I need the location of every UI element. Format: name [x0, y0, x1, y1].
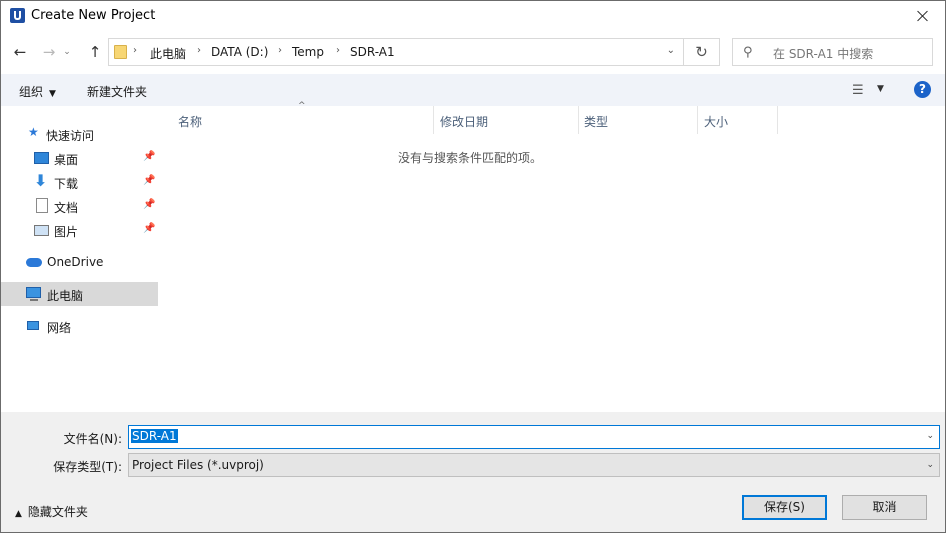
hide-folders-label: 隐藏文件夹	[27, 505, 88, 519]
filetype-label: 保存类型(T):	[53, 460, 122, 474]
column-header-size[interactable]: 大小	[704, 113, 728, 139]
nav-item-onedrive[interactable]: OneDrive	[1, 250, 158, 274]
search-input[interactable]: ⚲ 在 SDR-A1 中搜索	[732, 38, 933, 66]
breadcrumb-sdr-a1[interactable]: SDR-A1	[350, 45, 395, 59]
help-icon[interactable]: ?	[914, 81, 931, 98]
chevron-down-icon[interactable]: ⌄	[926, 431, 934, 441]
app-icon	[10, 8, 25, 23]
nav-label: 快速访问	[46, 129, 95, 143]
empty-folder-message: 没有与搜索条件匹配的项。	[397, 151, 542, 165]
new-folder-button[interactable]: 新建文件夹	[87, 83, 147, 100]
nav-label: OneDrive	[47, 255, 104, 269]
column-divider[interactable]	[578, 106, 579, 134]
nav-item-pictures[interactable]: 图片 📌	[1, 218, 158, 242]
pin-icon: 📌	[143, 151, 156, 162]
cloud-icon	[26, 258, 42, 267]
pin-icon: 📌	[143, 199, 156, 210]
nav-item-this-pc[interactable]: 此电脑	[1, 282, 158, 306]
breadcrumb-separator: ›	[133, 45, 137, 56]
sort-ascending-icon: ^	[298, 101, 306, 111]
nav-label: 图片	[54, 225, 79, 239]
hide-folders-toggle[interactable]: ▲ 隐藏文件夹	[15, 503, 88, 520]
organize-button[interactable]: 组织 ▼	[19, 83, 56, 100]
filename-label: 文件名(N):	[63, 432, 122, 446]
breadcrumb-separator: ›	[278, 45, 282, 56]
save-button[interactable]: 保存(S)	[742, 495, 827, 520]
forward-arrow-icon[interactable]: →	[37, 39, 61, 65]
chevron-down-icon: ▼	[49, 89, 56, 99]
column-divider[interactable]	[697, 106, 698, 134]
folder-icon	[114, 45, 127, 59]
close-icon[interactable]	[901, 1, 945, 31]
nav-item-downloads[interactable]: ⬇ 下载 📌	[1, 170, 158, 194]
navigation-pane: ★ 快速访问 桌面 📌 ⬇ 下载 📌 文档 📌 图片 📌 OneDrive 此电…	[1, 106, 161, 412]
view-options-icon[interactable]: ☰	[852, 83, 864, 98]
nav-label: 文档	[54, 201, 79, 215]
save-dialog: Create New Project ← → ⌄ ↑ › 此电脑 › DATA …	[0, 0, 946, 533]
computer-icon	[26, 287, 41, 301]
column-header-type[interactable]: 类型	[584, 113, 608, 139]
refresh-icon[interactable]: ↻	[684, 38, 720, 66]
search-icon: ⚲	[743, 45, 753, 60]
organize-label: 组织	[19, 85, 44, 99]
command-toolbar: 组织 ▼ 新建文件夹 ☰ ▼	[1, 74, 945, 106]
breadcrumb-temp[interactable]: Temp	[292, 45, 324, 59]
desktop-icon	[34, 152, 49, 164]
cancel-button[interactable]: 取消	[842, 495, 927, 520]
pin-icon: 📌	[143, 223, 156, 234]
nav-item-desktop[interactable]: 桌面 📌	[1, 146, 158, 170]
chevron-down-icon[interactable]: ⌄	[667, 45, 675, 56]
nav-label: 下载	[54, 177, 79, 191]
recent-locations-chevron-icon[interactable]: ⌄	[60, 39, 74, 65]
filetype-value: Project Files (*.uvproj)	[132, 458, 264, 472]
breadcrumb-separator: ›	[197, 45, 201, 56]
filename-field[interactable]: SDR-A1 ⌄	[128, 425, 940, 449]
nav-label: 桌面	[54, 153, 79, 167]
search-placeholder: 在 SDR-A1 中搜索	[773, 47, 874, 61]
chevron-up-icon: ▲	[15, 509, 22, 519]
column-header-name[interactable]: 名称	[178, 113, 202, 139]
nav-item-network[interactable]: 网络	[1, 314, 158, 338]
pictures-icon	[34, 225, 49, 236]
breadcrumb-data-drive[interactable]: DATA (D:)	[211, 45, 268, 59]
nav-label: 此电脑	[47, 289, 84, 303]
nav-label: 网络	[47, 321, 72, 335]
nav-item-documents[interactable]: 文档 📌	[1, 194, 158, 218]
column-divider[interactable]	[433, 106, 434, 134]
title-bar: Create New Project	[1, 1, 945, 31]
column-header-modified[interactable]: 修改日期	[440, 113, 488, 139]
star-icon: ★	[28, 125, 39, 139]
back-arrow-icon[interactable]: ←	[8, 39, 32, 65]
filetype-select[interactable]: Project Files (*.uvproj) ⌄	[128, 453, 940, 477]
pin-icon: 📌	[143, 175, 156, 186]
filename-value: SDR-A1	[131, 429, 178, 443]
nav-item-quick-access[interactable]: ★ 快速访问	[1, 122, 158, 146]
download-icon: ⬇	[34, 171, 48, 190]
up-arrow-icon[interactable]: ↑	[83, 39, 107, 65]
network-icon	[27, 321, 39, 330]
breadcrumb-separator: ›	[336, 45, 340, 56]
breadcrumb-this-pc[interactable]: 此电脑	[150, 45, 186, 62]
address-bar[interactable]: › 此电脑 › DATA (D:) › Temp › SDR-A1 ⌄	[108, 38, 684, 66]
documents-icon	[36, 198, 48, 213]
window-title: Create New Project	[31, 8, 156, 23]
column-divider[interactable]	[777, 106, 778, 134]
chevron-down-icon[interactable]: ▼	[877, 84, 884, 94]
chevron-down-icon: ⌄	[926, 460, 934, 470]
